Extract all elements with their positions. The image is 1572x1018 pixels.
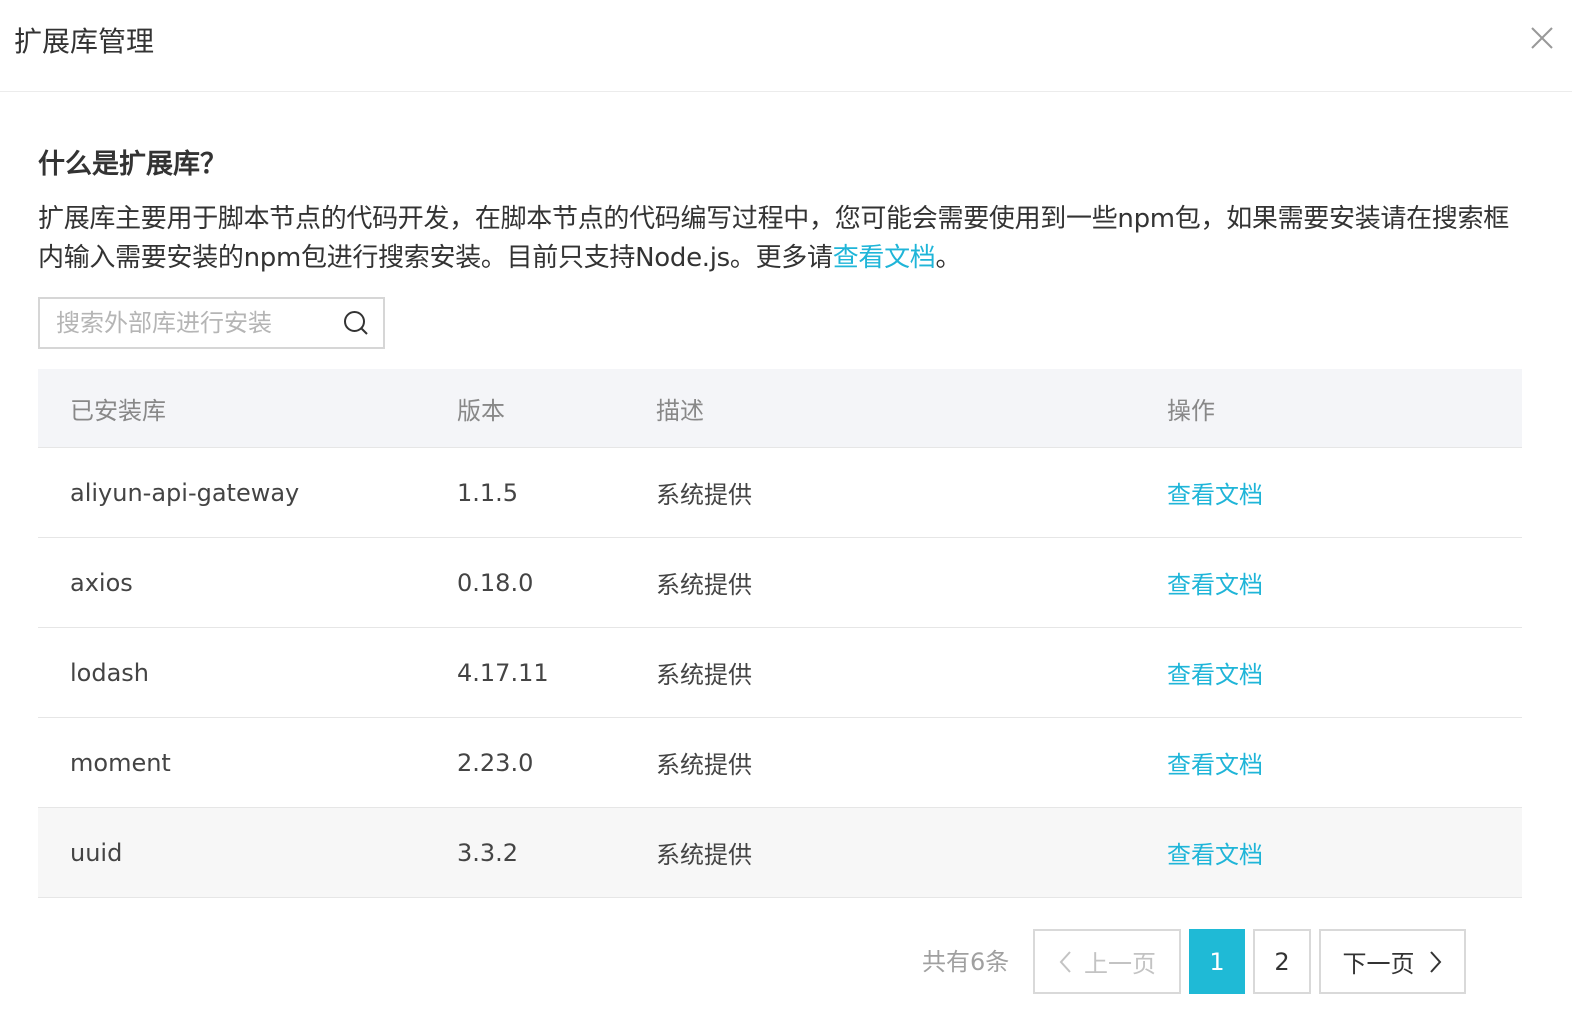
library-version: 2.23.0 <box>457 748 534 777</box>
library-description: 系统提供 <box>656 481 752 509</box>
installed-libraries-table: 已安装库 版本 描述 操作 aliyun-api-gateway 1.1.5 系… <box>38 369 1522 898</box>
column-header-action: 操作 <box>1167 396 1215 425</box>
page-button-1[interactable]: 1 <box>1189 929 1245 994</box>
column-header-description: 描述 <box>656 396 704 425</box>
search-input[interactable] <box>40 299 330 347</box>
table-row: axios 0.18.0 系统提供 查看文档 <box>38 538 1522 628</box>
table-row: uuid 3.3.2 系统提供 查看文档 <box>38 808 1522 898</box>
library-name: lodash <box>70 658 150 687</box>
library-name: uuid <box>70 838 123 867</box>
intro-suffix: 。 <box>935 243 962 273</box>
close-icon[interactable] <box>1526 22 1558 54</box>
chevron-right-icon <box>1429 950 1441 973</box>
library-description: 系统提供 <box>656 661 752 689</box>
view-docs-link[interactable]: 查看文档 <box>1167 538 1263 627</box>
prev-page-label: 上一页 <box>1084 950 1156 978</box>
view-docs-link[interactable]: 查看文档 <box>1167 448 1263 537</box>
page-button-2[interactable]: 2 <box>1253 929 1311 994</box>
dialog-title: 扩展库管理 <box>14 25 155 58</box>
intro-description: 扩展库主要用于脚本节点的代码开发，在脚本节点的代码编写过程中，您可能会需要使用到… <box>38 200 1528 278</box>
column-header-library: 已安装库 <box>70 396 166 425</box>
library-version: 0.18.0 <box>457 568 534 597</box>
intro-heading: 什么是扩展库？ <box>38 149 227 180</box>
view-docs-link[interactable]: 查看文档 <box>833 243 936 273</box>
table-row: aliyun-api-gateway 1.1.5 系统提供 查看文档 <box>38 448 1522 538</box>
library-version: 1.1.5 <box>457 478 519 507</box>
library-name: moment <box>70 748 171 777</box>
intro-body-text: 扩展库主要用于脚本节点的代码开发，在脚本节点的代码编写过程中，您可能会需要使用到… <box>38 204 1509 273</box>
library-version: 4.17.11 <box>457 658 549 687</box>
library-version: 3.3.2 <box>457 838 519 867</box>
view-docs-link[interactable]: 查看文档 <box>1167 628 1263 717</box>
prev-page-button[interactable]: 上一页 <box>1033 929 1181 994</box>
view-docs-link[interactable]: 查看文档 <box>1167 808 1263 897</box>
table-header: 已安装库 版本 描述 操作 <box>38 369 1522 448</box>
pagination-total: 共有6条 <box>922 948 1010 976</box>
next-page-label: 下一页 <box>1342 950 1415 978</box>
library-description: 系统提供 <box>656 841 752 869</box>
column-header-version: 版本 <box>457 396 505 425</box>
dialog-header: 扩展库管理 <box>0 0 1572 92</box>
extension-library-dialog: 扩展库管理 什么是扩展库？ 扩展库主要用于脚本节点的代码开发，在脚本节点的代码编… <box>0 0 1572 1018</box>
library-name: aliyun-api-gateway <box>70 478 300 507</box>
table-row: moment 2.23.0 系统提供 查看文档 <box>38 718 1522 808</box>
next-page-button[interactable]: 下一页 <box>1319 929 1466 994</box>
search-icon[interactable] <box>342 309 370 337</box>
table-row: lodash 4.17.11 系统提供 查看文档 <box>38 628 1522 718</box>
search-box <box>38 297 385 349</box>
library-description: 系统提供 <box>656 751 752 779</box>
library-name: axios <box>70 568 133 597</box>
chevron-left-icon <box>1059 950 1071 973</box>
library-description: 系统提供 <box>656 571 752 599</box>
view-docs-link[interactable]: 查看文档 <box>1167 718 1263 807</box>
